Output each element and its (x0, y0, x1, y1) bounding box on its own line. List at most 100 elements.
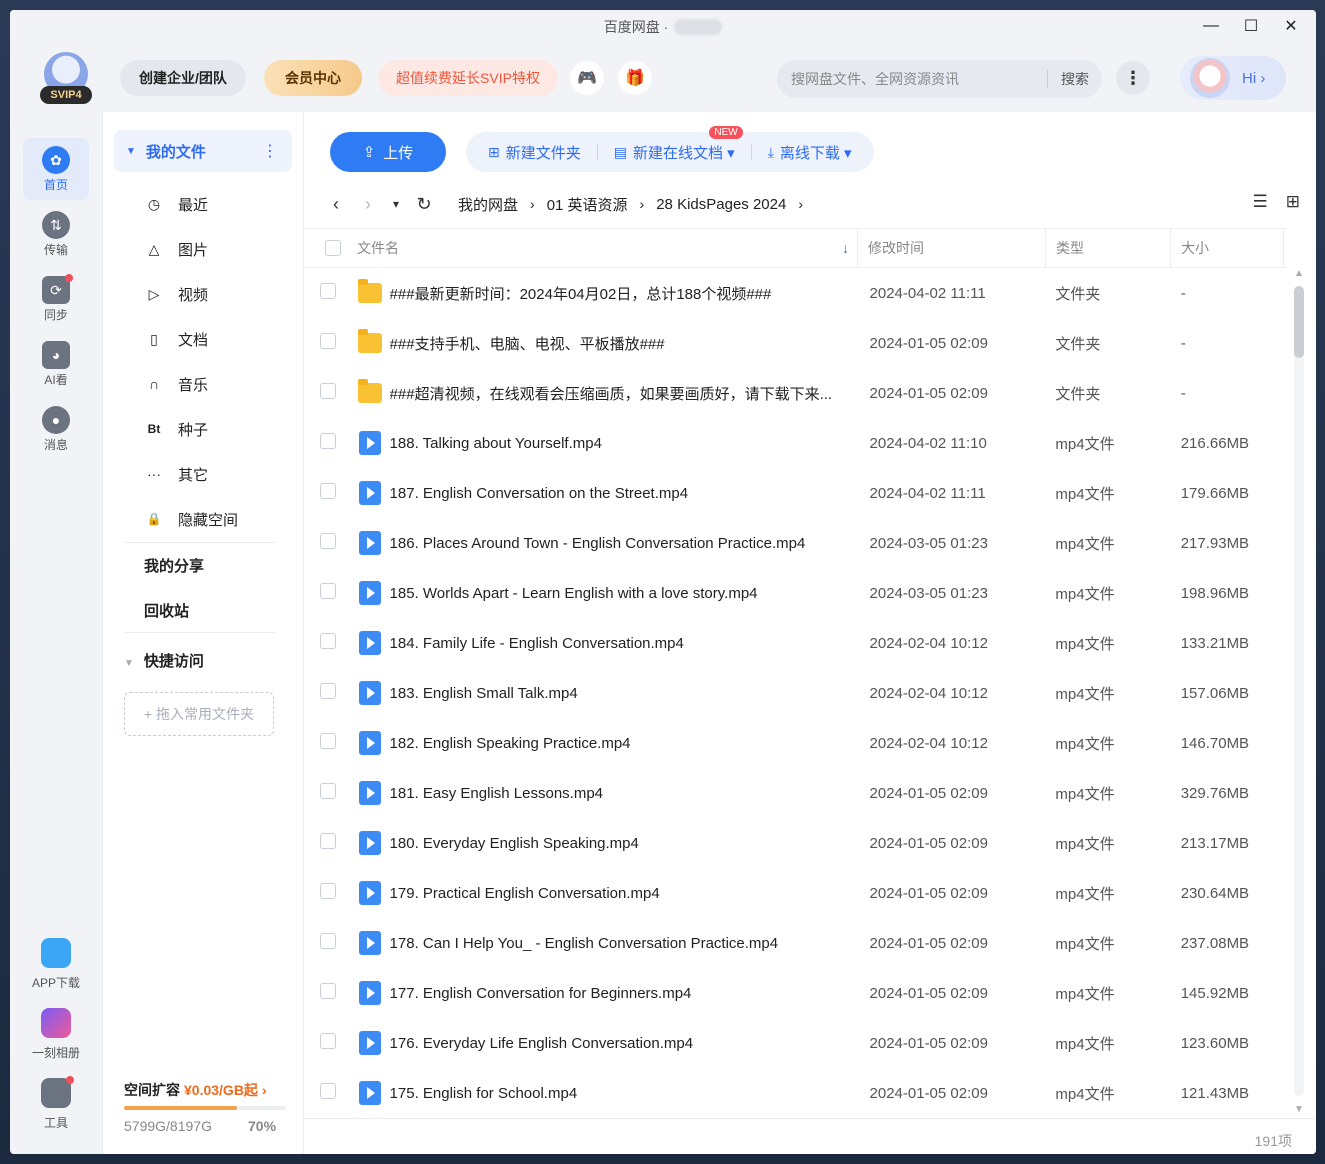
create-team-button[interactable]: 创建企业/团队 (120, 60, 246, 96)
file-name[interactable]: 187. English Conversation on the Street.… (390, 485, 856, 502)
header-time[interactable]: 修改时间 (858, 229, 1046, 267)
row-checkbox[interactable] (320, 282, 336, 299)
row-checkbox[interactable] (320, 632, 336, 649)
table-row[interactable]: ###最新更新时间：2024年04月02日，总计188个视频### 2024-04… (304, 268, 1286, 318)
back-button[interactable]: ‹ (320, 194, 352, 215)
close-button[interactable]: ✕ (1282, 16, 1300, 36)
more-menu-icon[interactable]: ⋮ (1116, 61, 1150, 95)
file-name[interactable]: 182. English Speaking Practice.mp4 (390, 735, 856, 752)
rail-item-sync[interactable]: ⟳ 同步 (23, 268, 89, 330)
file-name[interactable]: 186. Places Around Town - English Conver… (390, 535, 856, 552)
select-all-checkbox[interactable] (325, 240, 341, 256)
row-checkbox[interactable] (320, 432, 336, 449)
nav-my-shares[interactable]: 我的分享 (144, 555, 204, 576)
upload-button[interactable]: ⇪ 上传 (330, 132, 446, 172)
maximize-button[interactable]: ☐ (1242, 16, 1260, 36)
member-center-button[interactable]: 会员中心 (264, 60, 362, 96)
table-row[interactable]: 182. English Speaking Practice.mp4 2024-0… (304, 718, 1286, 768)
header-name-cell[interactable]: 文件名 ↓ (304, 229, 858, 267)
forward-button[interactable]: › (352, 194, 384, 215)
file-name[interactable]: 184. Family Life - English Conversation.… (390, 635, 856, 652)
table-row[interactable]: 184. Family Life - English Conversation.… (304, 618, 1286, 668)
table-row[interactable]: ###超清视频，在线观看会压缩画质，如果要画质好，请下载下来... 2024-01… (304, 368, 1286, 418)
table-row[interactable]: 187. English Conversation on the Street.… (304, 468, 1286, 518)
new-online-doc-button[interactable]: ▤ 新建在线文档 ▾ NEW (604, 125, 745, 163)
nav-quick-access[interactable]: ▼ 快捷访问 (124, 650, 204, 671)
file-name[interactable]: 181. Easy English Lessons.mp4 (390, 785, 856, 802)
svip-promo-button[interactable]: 超值续费延长SVIP特权 (378, 60, 558, 96)
file-name[interactable]: 177. English Conversation for Beginners.… (390, 985, 856, 1002)
table-row[interactable]: 177. English Conversation for Beginners.… (304, 968, 1286, 1018)
nav-item-other[interactable]: ··· 其它 (114, 454, 292, 494)
row-checkbox[interactable] (320, 782, 336, 799)
row-checkbox[interactable] (320, 1032, 336, 1049)
table-row[interactable]: 185. Worlds Apart - Learn English with a… (304, 568, 1286, 618)
row-checkbox[interactable] (320, 332, 336, 349)
scroll-track[interactable] (1294, 286, 1304, 1096)
file-name[interactable]: 176. Everyday Life English Conversation.… (390, 1035, 856, 1052)
row-checkbox[interactable] (320, 982, 336, 999)
nav-item-images[interactable]: △ 图片 (114, 229, 292, 269)
table-row[interactable]: 181. Easy English Lessons.mp4 2024-01-05 … (304, 768, 1286, 818)
scroll-up-icon[interactable]: ▲ (1292, 268, 1306, 282)
table-row[interactable]: 175. English for School.mp4 2024-01-05 02… (304, 1068, 1286, 1118)
table-row[interactable]: 176. Everyday Life English Conversation.… (304, 1018, 1286, 1068)
search-button[interactable]: 搜索 (1048, 69, 1102, 89)
row-checkbox[interactable] (320, 682, 336, 699)
rail-item-ai[interactable]: ◕ AI看 (23, 333, 89, 395)
header-size[interactable]: 大小 (1171, 229, 1284, 267)
breadcrumb-item[interactable]: 28 KidsPages 2024 (656, 196, 786, 213)
row-checkbox[interactable] (320, 382, 336, 399)
file-name[interactable]: 175. English for School.mp4 (390, 1085, 856, 1102)
row-checkbox[interactable] (320, 732, 336, 749)
table-row[interactable]: 188. Talking about Yourself.mp4 2024-04-0… (304, 418, 1286, 468)
table-row[interactable]: 179. Practical English Conversation.mp4 2… (304, 868, 1286, 918)
header-type[interactable]: 类型 (1046, 229, 1171, 267)
grid-view-icon[interactable]: ⊞ (1286, 192, 1300, 212)
file-name[interactable]: ###最新更新时间：2024年04月02日，总计188个视频### (390, 283, 856, 304)
file-name[interactable]: 178. Can I Help You_ - English Conversat… (390, 935, 856, 952)
nav-item-music[interactable]: ∩ 音乐 (114, 364, 292, 404)
rail-app-download[interactable]: APP下载 (23, 938, 89, 991)
search-input[interactable] (777, 71, 1047, 87)
row-checkbox[interactable] (320, 1082, 336, 1099)
nav-item-videos[interactable]: ▷ 视频 (114, 274, 292, 314)
more-vert-icon[interactable]: ⋮ (262, 141, 278, 161)
refresh-button[interactable]: ↻ (408, 194, 440, 215)
breadcrumb-item[interactable]: 我的网盘 (458, 194, 518, 215)
scroll-thumb[interactable] (1294, 286, 1304, 358)
table-row[interactable]: 178. Can I Help You_ - English Conversat… (304, 918, 1286, 968)
nav-item-docs[interactable]: ▯ 文档 (114, 319, 292, 359)
rail-item-transfer[interactable]: ⇅ 传输 (23, 203, 89, 265)
drop-folder-zone[interactable]: + 拖入常用文件夹 (124, 692, 274, 736)
offline-download-button[interactable]: ⤓ 离线下载 ▾ (758, 142, 862, 163)
new-folder-button[interactable]: ⊞ 新建文件夹 (478, 142, 591, 163)
file-name[interactable]: ###支持手机、电脑、电视、平板播放### (390, 333, 856, 354)
user-avatar[interactable]: SVIP4 (40, 52, 92, 104)
gift-icon[interactable]: 🎁 (618, 61, 652, 95)
scrollbar[interactable]: ▲ ▼ (1292, 268, 1306, 1118)
rail-album[interactable]: 一刻相册 (23, 1008, 89, 1061)
file-name[interactable]: 183. English Small Talk.mp4 (390, 685, 856, 702)
file-name[interactable]: ###超清视频，在线观看会压缩画质，如果要画质好，请下载下来... (390, 383, 856, 404)
row-checkbox[interactable] (320, 482, 336, 499)
row-checkbox[interactable] (320, 932, 336, 949)
breadcrumb-expand-icon[interactable]: › (798, 196, 803, 212)
table-row[interactable]: 183. English Small Talk.mp4 2024-02-04 10… (304, 668, 1286, 718)
rail-tools[interactable]: 工具 (23, 1076, 89, 1131)
file-name[interactable]: 188. Talking about Yourself.mp4 (390, 435, 856, 452)
nav-item-torrents[interactable]: Bt 种子 (114, 409, 292, 449)
nav-my-files[interactable]: ▼ 我的文件 ⋮ (114, 130, 292, 172)
rail-item-home[interactable]: ✿ 首页 (23, 138, 89, 200)
assistant-button[interactable]: Hi › (1180, 56, 1286, 100)
nav-recycle-bin[interactable]: 回收站 (144, 600, 189, 621)
scroll-down-icon[interactable]: ▼ (1292, 1104, 1306, 1118)
file-name[interactable]: 179. Practical English Conversation.mp4 (390, 885, 856, 902)
game-icon[interactable]: 🎮 (570, 61, 604, 95)
storage-expand-link[interactable]: 空间扩容 ¥0.03/GB起 › (124, 1080, 266, 1100)
row-checkbox[interactable] (320, 882, 336, 899)
nav-item-hidden-space[interactable]: 🔒 隐藏空间 (114, 499, 292, 539)
table-row[interactable]: 180. Everyday English Speaking.mp4 2024-0… (304, 818, 1286, 868)
breadcrumb-item[interactable]: 01 英语资源 (547, 194, 628, 215)
sort-icon[interactable]: ☰ (1253, 192, 1268, 212)
